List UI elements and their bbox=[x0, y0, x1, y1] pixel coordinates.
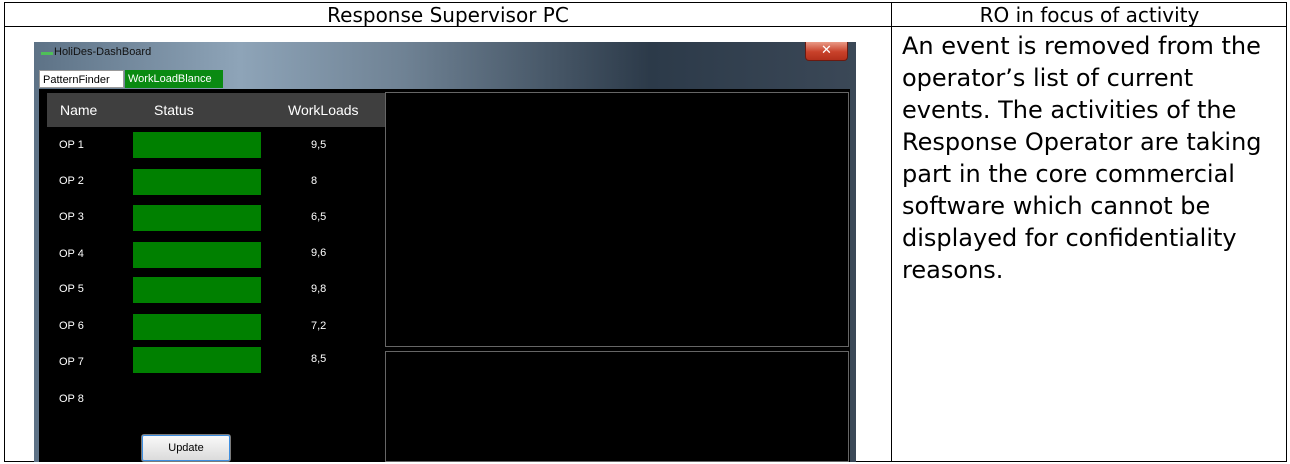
row-workload: 9,6 bbox=[311, 247, 327, 259]
close-button[interactable]: ✕ bbox=[805, 42, 848, 61]
row-name: OP 1 bbox=[59, 139, 84, 151]
activity-description: An event is removed from the operator’s … bbox=[902, 32, 1262, 284]
status-bar bbox=[133, 347, 261, 373]
column-header-name[interactable]: Name bbox=[60, 102, 97, 118]
window-title: HoliDes-DashBoard bbox=[54, 46, 152, 58]
status-bar bbox=[133, 314, 261, 340]
column-header-status[interactable]: Status bbox=[154, 102, 194, 118]
status-bar bbox=[133, 132, 261, 158]
status-bar bbox=[133, 169, 261, 195]
column-header-workloads[interactable]: WorkLoads bbox=[288, 102, 359, 118]
row-name: OP 8 bbox=[59, 393, 84, 405]
update-button[interactable]: Update bbox=[141, 434, 231, 462]
grid-header: Name Status WorkLoads bbox=[47, 93, 385, 127]
row-workload: 7,2 bbox=[311, 320, 327, 332]
app-icon bbox=[41, 52, 53, 55]
row-name: OP 2 bbox=[59, 175, 84, 187]
row-name: OP 3 bbox=[59, 211, 84, 223]
status-bar bbox=[133, 205, 261, 231]
header-response-supervisor: Response Supervisor PC bbox=[327, 3, 569, 27]
row-name: OP 6 bbox=[59, 320, 84, 332]
workload-panel: Name Status WorkLoads OP 1 9,5 OP 2 8 OP… bbox=[39, 89, 850, 462]
title-bar[interactable]: HoliDes-DashBoard ✕ bbox=[34, 42, 856, 64]
row-workload: 8 bbox=[311, 175, 318, 187]
row-name: OP 4 bbox=[59, 248, 84, 260]
status-bar bbox=[133, 277, 261, 303]
tab-workloadblance[interactable]: WorkLoadBlance bbox=[125, 70, 223, 88]
row-workload: 9,8 bbox=[311, 283, 327, 295]
dashboard-window: HoliDes-DashBoard ✕ PatternFinder WorkLo… bbox=[34, 42, 856, 462]
status-bar bbox=[133, 242, 261, 268]
row-name: OP 5 bbox=[59, 283, 84, 295]
row-workload: 8,5 bbox=[311, 353, 327, 365]
column-divider bbox=[891, 3, 892, 461]
detail-panel-top bbox=[385, 92, 849, 347]
row-name: OP 7 bbox=[59, 356, 84, 368]
detail-panel-bottom bbox=[385, 351, 849, 462]
row-workload: 9,5 bbox=[311, 139, 327, 151]
header-ro-focus: RO in focus of activity bbox=[979, 3, 1200, 27]
row-workload: 6,5 bbox=[311, 211, 327, 223]
tab-patternfinder[interactable]: PatternFinder bbox=[39, 70, 124, 88]
